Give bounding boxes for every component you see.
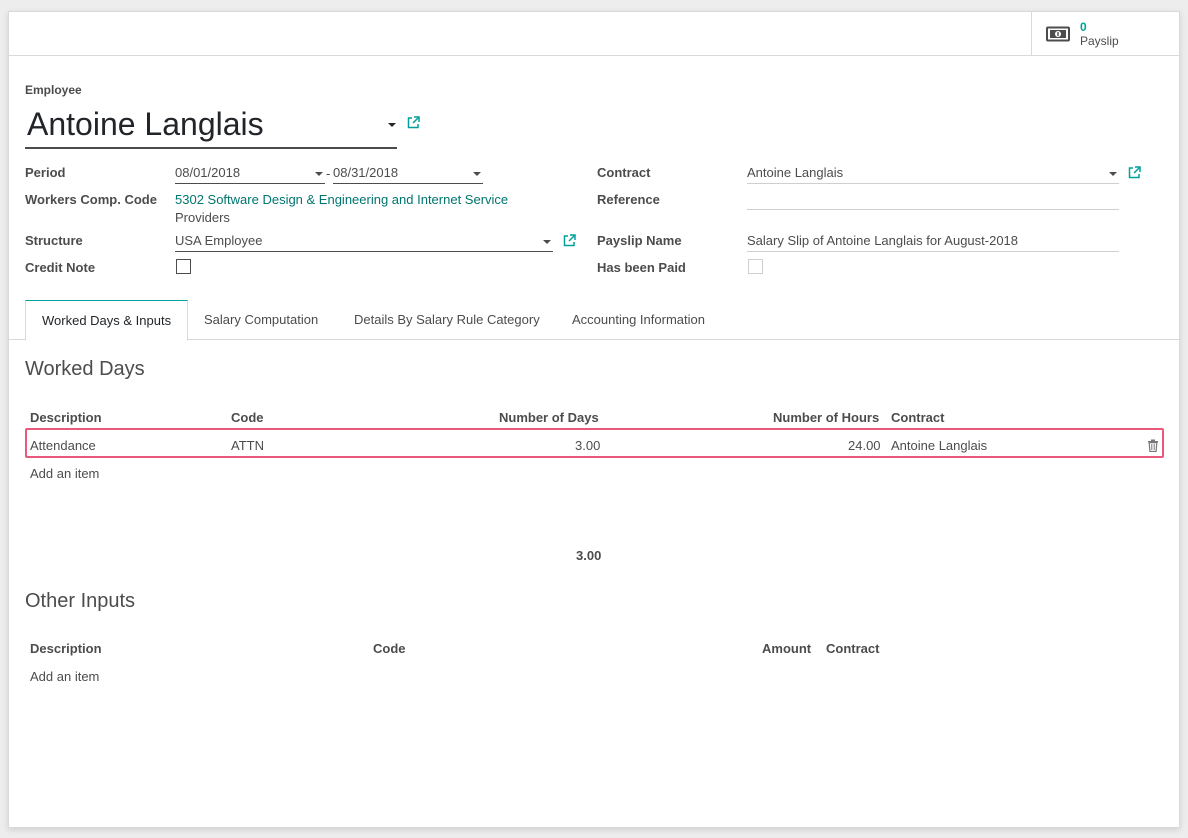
tab-worked-days-inputs[interactable]: Worked Days & Inputs: [25, 300, 189, 341]
workers-comp-line2: Providers: [175, 210, 230, 225]
credit-note-label: Credit Note: [25, 260, 96, 275]
chevron-down-icon: [543, 240, 551, 244]
other-inputs-add-item[interactable]: Add an item: [30, 669, 99, 684]
tab-salary-computation[interactable]: Salary Computation: [188, 300, 334, 340]
period-end-field[interactable]: 08/31/2018: [333, 164, 483, 184]
chevron-down-icon: [1109, 172, 1117, 176]
employee-dropdown-caret[interactable]: [388, 123, 396, 127]
worked-days-title: Worked Days: [25, 358, 145, 380]
col-description[interactable]: Description: [30, 410, 102, 425]
row-hours: 24.00: [848, 438, 881, 453]
credit-note-checkbox[interactable]: [176, 259, 191, 274]
col-number-of-hours[interactable]: Number of Hours: [773, 410, 879, 425]
employee-name-field[interactable]: Antoine Langlais: [25, 104, 397, 149]
worked-days-total: 3.00: [576, 548, 602, 563]
payslip-name-field[interactable]: Salary Slip of Antoine Langlais for Augu…: [747, 232, 1119, 252]
worked-days-add-item[interactable]: Add an item: [30, 466, 99, 481]
payslip-label: Payslip: [1080, 34, 1119, 48]
structure-value: USA Employee: [175, 233, 263, 248]
row-days: 3.00: [575, 438, 601, 453]
stat-text: 0 Payslip: [1080, 20, 1119, 48]
col-amount[interactable]: Amount: [762, 641, 811, 656]
chevron-down-icon: [473, 172, 481, 176]
has-been-paid-label: Has been Paid: [597, 260, 686, 275]
tab-details-by-salary-rule-category[interactable]: Details By Salary Rule Category: [338, 300, 556, 340]
structure-label: Structure: [25, 233, 83, 248]
row-code: ATTN: [231, 438, 264, 453]
row-description: Attendance: [30, 438, 96, 453]
notebook-tabs: Worked Days & Inputs Salary Computation …: [9, 300, 1179, 341]
employee-label: Employee: [25, 83, 82, 97]
col-description[interactable]: Description: [30, 641, 102, 656]
col-contract[interactable]: Contract: [891, 410, 944, 425]
button-box: 0 Payslip: [9, 12, 1179, 56]
money-icon: [1046, 26, 1070, 42]
structure-field[interactable]: USA Employee: [175, 232, 553, 252]
contract-value: Antoine Langlais: [747, 165, 844, 180]
period-separator: -: [326, 166, 331, 181]
tab-accounting-information[interactable]: Accounting Information: [556, 300, 721, 340]
period-start-field[interactable]: 08/01/2018: [175, 164, 325, 184]
payslip-stat-button[interactable]: 0 Payslip: [1031, 12, 1179, 56]
payslip-form-sheet: 0 Payslip Employee Antoine Langlais Peri…: [8, 11, 1180, 828]
col-number-of-days[interactable]: Number of Days: [499, 410, 599, 425]
chevron-down-icon: [315, 172, 323, 176]
payslip-name-label: Payslip Name: [597, 233, 682, 248]
workers-comp-link[interactable]: 5302 Software Design & Engineering and I…: [175, 192, 508, 207]
period-label: Period: [25, 165, 66, 180]
external-link-icon[interactable]: [563, 234, 576, 247]
external-link-icon[interactable]: [1128, 166, 1141, 179]
col-code[interactable]: Code: [231, 410, 264, 425]
contract-field[interactable]: Antoine Langlais: [747, 164, 1119, 184]
reference-label: Reference: [597, 192, 660, 207]
row-contract: Antoine Langlais: [891, 438, 988, 453]
col-contract[interactable]: Contract: [826, 641, 879, 656]
workers-comp-label: Workers Comp. Code: [25, 192, 157, 207]
other-inputs-title: Other Inputs: [25, 590, 136, 612]
col-code[interactable]: Code: [373, 641, 406, 656]
reference-field[interactable]: [747, 190, 1119, 210]
contract-label: Contract: [597, 165, 651, 180]
period-start-value: 08/01/2018: [175, 165, 241, 180]
external-link-icon[interactable]: [407, 116, 420, 129]
payslip-count: 0: [1080, 20, 1087, 34]
has-been-paid-checkbox[interactable]: [748, 259, 763, 274]
trash-icon[interactable]: [1147, 439, 1159, 453]
period-end-value: 08/31/2018: [333, 165, 399, 180]
